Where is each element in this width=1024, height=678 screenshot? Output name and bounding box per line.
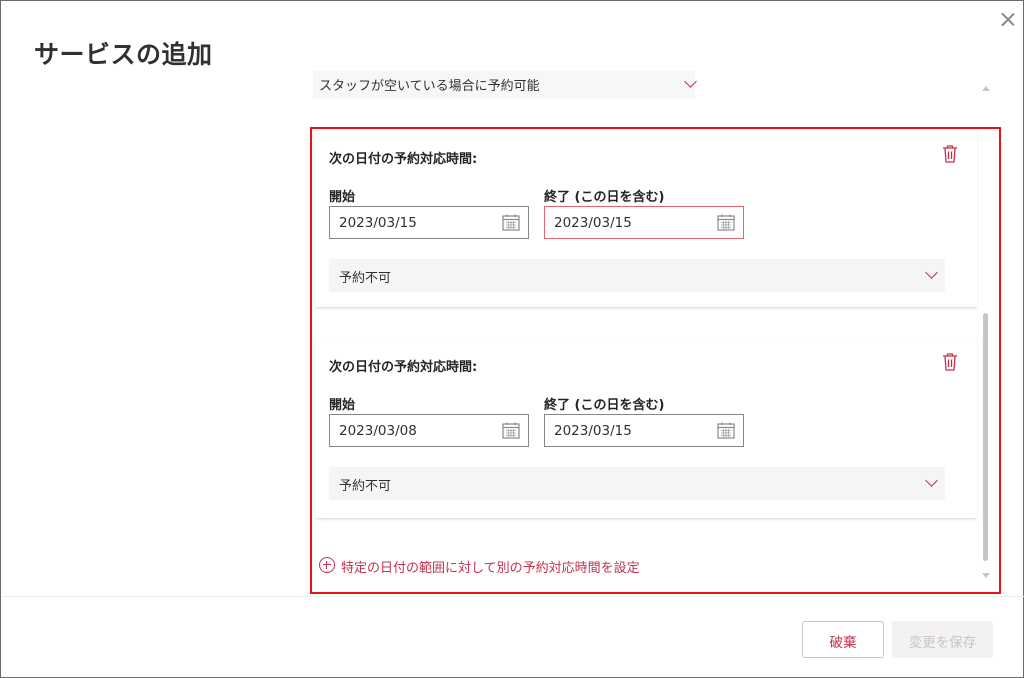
close-icon[interactable] bbox=[997, 9, 1019, 31]
chevron-down-icon bbox=[684, 75, 697, 88]
footer-divider bbox=[2, 596, 1024, 597]
add-service-dialog: サービスの追加 スタッフが空いている場合に予約可能 次の日付の予約対応時間: 開… bbox=[0, 0, 1024, 678]
discard-button[interactable]: 破棄 bbox=[802, 621, 884, 658]
booking-availability-select[interactable]: スタッフが空いている場合に予約可能 bbox=[313, 71, 697, 99]
scroll-up-arrow[interactable] bbox=[982, 86, 990, 91]
dialog-title: サービスの追加 bbox=[34, 40, 213, 69]
annotation-highlight-box bbox=[310, 127, 1001, 594]
booking-availability-value: スタッフが空いている場合に予約可能 bbox=[319, 79, 540, 94]
save-changes-button-label: 変更を保存 bbox=[908, 635, 977, 651]
save-changes-button[interactable]: 変更を保存 bbox=[892, 621, 993, 658]
discard-button-label: 破棄 bbox=[829, 635, 857, 651]
